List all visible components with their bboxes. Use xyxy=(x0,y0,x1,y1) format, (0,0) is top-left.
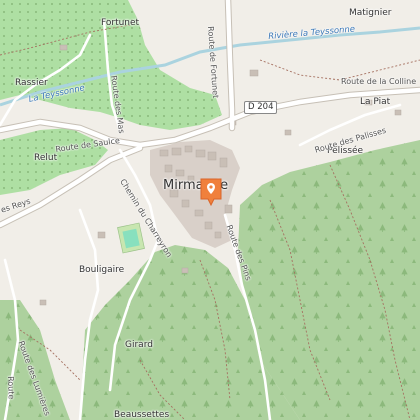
road-shield-d204: D 204 xyxy=(244,101,278,114)
place-label-fortunet: Fortunet xyxy=(101,18,140,28)
place-label-bouligaire: Bouligaire xyxy=(79,265,125,275)
place-label-beaussettes: Beaussettes xyxy=(114,410,170,420)
place-label-relut: Relut xyxy=(34,153,58,163)
road-label-route-colline: Route de la Colline xyxy=(341,77,417,86)
place-label-matignier: Matignier xyxy=(349,8,392,18)
map-canvas[interactable]: Fortunet Matignier Rassier La Piat Pelis… xyxy=(0,0,420,420)
place-label-girard: Girard xyxy=(125,340,153,350)
place-label-la-piat: La Piat xyxy=(360,97,391,107)
location-pin-icon[interactable] xyxy=(199,177,223,207)
road-label-route-left: Route xyxy=(6,375,16,400)
place-label-rassier: Rassier xyxy=(15,78,48,88)
